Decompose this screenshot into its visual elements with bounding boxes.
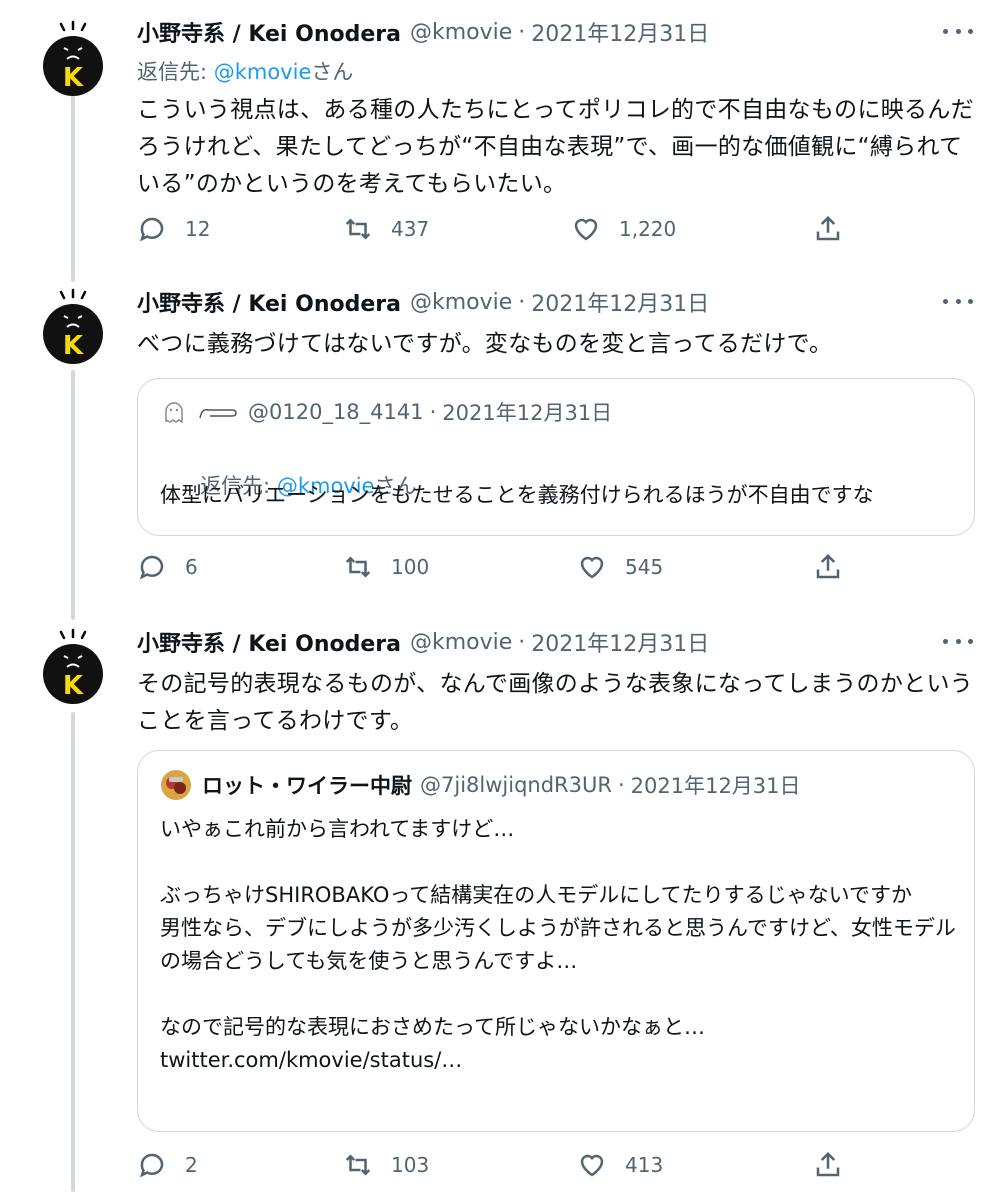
more-options-icon[interactable] bbox=[943, 628, 973, 654]
user-handle[interactable]: @kmovie bbox=[410, 290, 512, 315]
reply-icon bbox=[139, 555, 164, 580]
reply-to-suffix: さん bbox=[311, 60, 354, 84]
reply-to-prefix: 返信先: bbox=[137, 60, 214, 84]
quoted-tweet-header: @0120_18_4141 · 2021年12月31日 bbox=[160, 397, 612, 427]
like-button[interactable]: 545 bbox=[577, 552, 663, 582]
avatar-image: K bbox=[43, 20, 103, 96]
avatar[interactable]: K bbox=[42, 288, 104, 364]
tweet-header: 小野寺系 / Kei Onodera @kmovie · 2021年12月31日 bbox=[137, 12, 977, 52]
quoted-tweet[interactable]: ロット・ワイラー中尉 @7ji8lwjiqndR3UR · 2021年12月31… bbox=[137, 750, 975, 1132]
display-name[interactable]: 小野寺系 / Kei Onodera bbox=[137, 16, 401, 48]
display-name[interactable]: 小野寺系 / Kei Onodera bbox=[137, 626, 401, 658]
tweet-text: その記号的表現なるものが、なんで画像のような表象になってしまうのかということを言… bbox=[137, 671, 974, 734]
heart-icon bbox=[580, 1154, 604, 1177]
tweet-actions: 12 437 1,220 bbox=[137, 214, 857, 254]
retweet-button[interactable]: 103 bbox=[343, 1150, 429, 1180]
retweet-count: 437 bbox=[391, 217, 430, 241]
retweet-count: 100 bbox=[391, 555, 430, 579]
svg-text:K: K bbox=[63, 671, 84, 701]
reply-to-mention[interactable]: @kmovie bbox=[214, 60, 312, 84]
quoted-tweet[interactable]: @0120_18_4141 · 2021年12月31日 返信先: @kmovie… bbox=[137, 378, 975, 536]
tweet-date[interactable]: 2021年12月31日 bbox=[531, 16, 709, 48]
separator-dot: · bbox=[617, 773, 625, 797]
more-options-icon[interactable] bbox=[943, 18, 973, 44]
quoted-display-name: ロット・ワイラー中尉 bbox=[202, 774, 412, 798]
like-count: 545 bbox=[625, 555, 664, 579]
retweet-count: 103 bbox=[391, 1153, 430, 1177]
heart-icon bbox=[580, 556, 604, 579]
reply-count: 12 bbox=[185, 217, 211, 241]
share-button[interactable] bbox=[813, 552, 843, 582]
reply-button[interactable]: 6 bbox=[137, 552, 198, 582]
tweet[interactable]: K 小野寺系 / Kei Onodera @kmovie · 2021年12月3… bbox=[0, 282, 1007, 612]
tweet-date[interactable]: 2021年12月31日 bbox=[531, 626, 709, 658]
avatar[interactable]: K bbox=[42, 20, 104, 96]
share-button[interactable] bbox=[813, 1150, 843, 1180]
tweet-header: 小野寺系 / Kei Onodera @kmovie · 2021年12月31日 bbox=[137, 282, 977, 322]
avatar-image: K bbox=[43, 628, 103, 704]
tweet-text: べつに義務づけてはないですが。変なものを変と言ってるだけで。 bbox=[137, 331, 833, 357]
tweet-content: 小野寺系 / Kei Onodera @kmovie · 2021年12月31日… bbox=[137, 282, 977, 363]
svg-text:K: K bbox=[63, 63, 84, 93]
separator-dot: · bbox=[518, 629, 526, 655]
reply-button[interactable]: 2 bbox=[137, 1150, 198, 1180]
like-count: 413 bbox=[625, 1153, 664, 1177]
retweet-icon bbox=[345, 1154, 371, 1176]
like-count: 1,220 bbox=[619, 217, 677, 241]
avatar[interactable]: K bbox=[42, 628, 104, 704]
reply-to: 返信先: @kmovieさん bbox=[137, 56, 977, 88]
quoted-handle: @7ji8lwjiqndR3UR bbox=[420, 773, 612, 797]
quoted-avatar bbox=[161, 770, 191, 800]
user-handle[interactable]: @kmovie bbox=[410, 20, 512, 45]
tweet[interactable]: K 小野寺系 / Kei Onodera @kmovie · 2021年12月3… bbox=[0, 622, 1007, 1200]
quoted-date: 2021年12月31日 bbox=[630, 774, 801, 798]
retweet-icon bbox=[345, 218, 371, 240]
squiggle-name-icon bbox=[199, 408, 237, 419]
quoted-date: 2021年12月31日 bbox=[442, 401, 613, 425]
reply-button[interactable]: 12 bbox=[137, 214, 210, 244]
tweet-text: こういう視点は、ある種の人たちにとってポリコレ的で不自由なものに映るんだろうけれ… bbox=[137, 97, 974, 197]
tweet-content: 小野寺系 / Kei Onodera @kmovie · 2021年12月31日… bbox=[137, 12, 977, 203]
reply-count: 2 bbox=[185, 1153, 198, 1177]
quoted-text: いやぁこれ前から言われてますけど… ぶっちゃけSHIROBAKOって結構実在の人… bbox=[160, 817, 956, 1072]
avatar-image: K bbox=[43, 288, 103, 364]
like-button[interactable]: 1,220 bbox=[571, 214, 676, 244]
retweet-icon bbox=[345, 556, 371, 578]
tweet-date[interactable]: 2021年12月31日 bbox=[531, 286, 709, 318]
share-button[interactable] bbox=[813, 214, 843, 244]
share-icon bbox=[816, 553, 840, 579]
user-handle[interactable]: @kmovie bbox=[410, 630, 512, 655]
retweet-button[interactable]: 437 bbox=[343, 214, 429, 244]
display-name[interactable]: 小野寺系 / Kei Onodera bbox=[137, 286, 401, 318]
separator-dot: · bbox=[518, 289, 526, 315]
retweet-button[interactable]: 100 bbox=[343, 552, 429, 582]
quoted-tweet-header: ロット・ワイラー中尉 @7ji8lwjiqndR3UR · 2021年12月31… bbox=[160, 769, 801, 801]
share-icon bbox=[816, 1151, 840, 1177]
more-options-icon[interactable] bbox=[943, 288, 973, 314]
reply-count: 6 bbox=[185, 555, 198, 579]
like-button[interactable]: 413 bbox=[577, 1150, 663, 1180]
heart-icon bbox=[574, 218, 598, 241]
tweet-actions: 2 103 413 bbox=[137, 1150, 857, 1190]
ghost-avatar-icon bbox=[165, 402, 183, 424]
reply-icon bbox=[139, 1153, 164, 1178]
svg-text:K: K bbox=[63, 331, 84, 361]
tweet-actions: 6 100 545 bbox=[137, 552, 857, 592]
separator-dot: · bbox=[429, 400, 437, 424]
separator-dot: · bbox=[518, 19, 526, 45]
quoted-text: 体型にバリエーションをもたせることを義務付けられるほうが不自由ですな bbox=[160, 483, 874, 507]
quoted-handle: @0120_18_4141 bbox=[248, 400, 424, 424]
tweet[interactable]: K 小野寺系 / Kei Onodera @kmovie · 2021年12月3… bbox=[0, 12, 1007, 282]
share-icon bbox=[816, 215, 840, 241]
tweet-content: 小野寺系 / Kei Onodera @kmovie · 2021年12月31日… bbox=[137, 622, 977, 740]
reply-icon bbox=[139, 217, 164, 242]
tweet-header: 小野寺系 / Kei Onodera @kmovie · 2021年12月31日 bbox=[137, 622, 977, 662]
